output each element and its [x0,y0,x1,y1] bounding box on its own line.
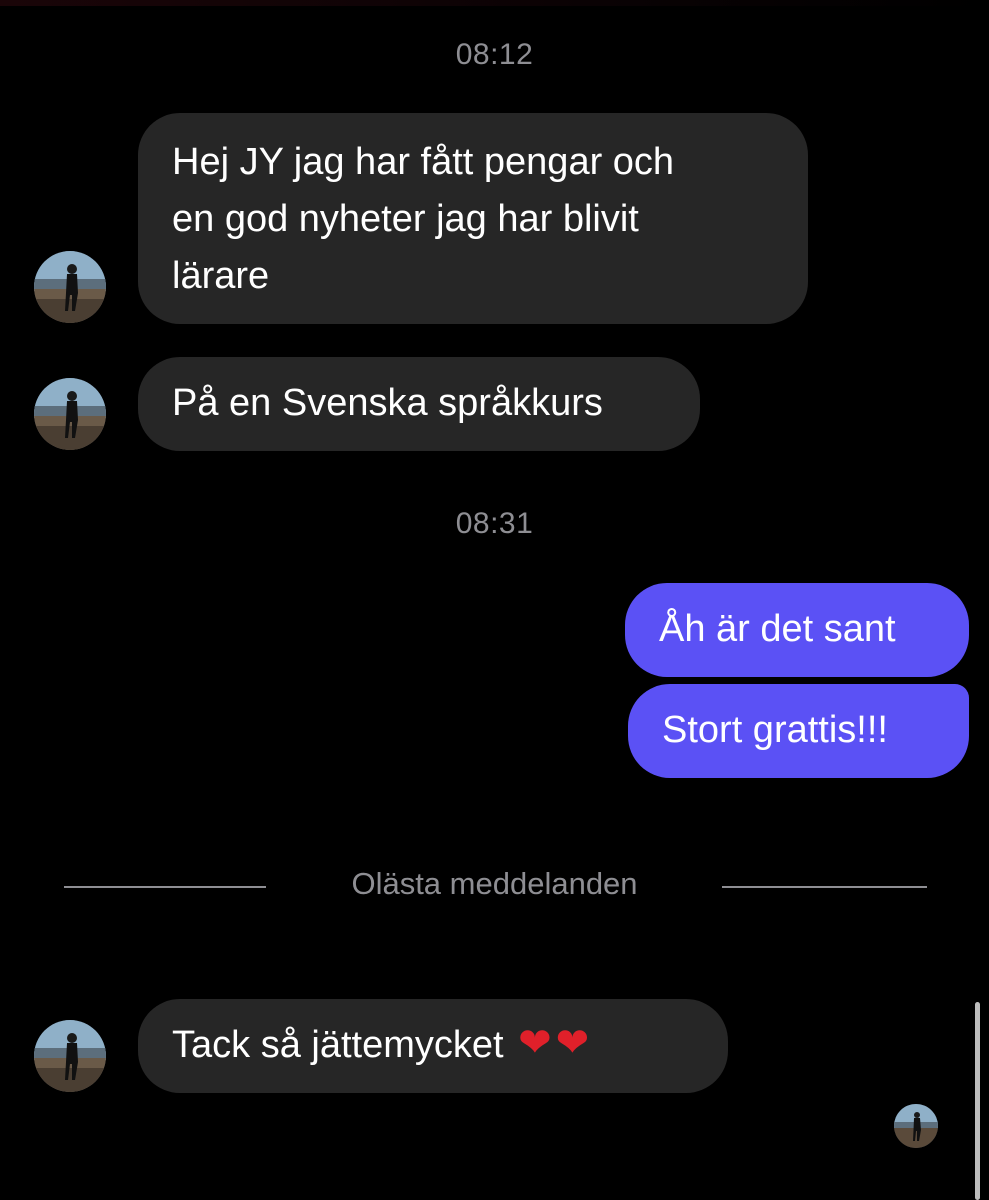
message-text: Tack så jättemycket [172,1024,504,1066]
scrollbar[interactable] [975,1002,980,1200]
outgoing-message[interactable]: Åh är det sant [625,583,969,677]
message-text: Åh är det sant [659,608,896,650]
message-line: lärare [172,255,270,297]
profile-photo-icon [34,1020,106,1092]
profile-photo-icon [34,378,106,450]
sender-avatar[interactable] [34,1020,106,1092]
unread-divider-label: Olästa meddelanden [351,866,638,901]
message-text: På en Svenska språkkurs [172,382,603,424]
message-line: en god nyheter jag har blivit [172,198,639,240]
divider-line-right [722,886,927,888]
red-heart-icon: ❤ [518,1021,552,1066]
top-edge [0,0,989,6]
profile-photo-icon [34,251,106,323]
seen-avatar-icon [894,1104,938,1148]
outgoing-message[interactable]: Stort grattis!!! [628,684,969,778]
sender-avatar[interactable] [34,378,106,450]
sender-avatar[interactable] [34,251,106,323]
message-text: Stort grattis!!! [662,709,888,751]
profile-photo-icon [894,1104,938,1148]
red-heart-icon: ❤ [555,1021,590,1066]
timestamp: 08:12 [455,38,534,71]
timestamp: 08:31 [455,507,534,540]
message-line: Hej JY jag har fått pengar och [172,141,675,183]
incoming-message[interactable]: Hej JY jag har fått pengar och en god ny… [138,113,808,324]
incoming-message[interactable]: Tack så jättemycket ❤ ❤ [138,999,728,1093]
incoming-message[interactable]: På en Svenska språkkurs [138,357,700,451]
